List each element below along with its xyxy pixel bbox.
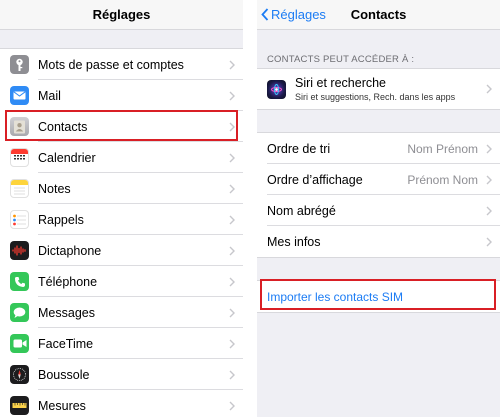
settings-item-label: Mesures	[38, 398, 86, 413]
settings-list: Mots de passe et comptes Mail Contacts C…	[0, 48, 243, 417]
chevron-right-icon	[225, 184, 239, 194]
mail-icon	[10, 86, 29, 105]
contacts-navbar: Réglages Contacts	[257, 0, 500, 30]
sort-order-item[interactable]: Ordre de tri Nom Prénom	[257, 133, 500, 164]
chevron-right-icon	[225, 339, 239, 349]
display-order-value: Prénom Nom	[407, 172, 478, 187]
settings-item-label: Boussole	[38, 367, 90, 382]
chevron-right-icon	[482, 175, 496, 185]
access-list: Siri et recherche Siri et suggestions, R…	[257, 68, 500, 110]
sort-order-label: Ordre de tri	[267, 141, 331, 156]
settings-item-label: Calendrier	[38, 150, 96, 165]
settings-panel: Réglages Mots de passe et comptes Mail C…	[0, 0, 243, 417]
chevron-right-icon	[225, 246, 239, 256]
compass-icon	[10, 365, 29, 384]
short-name-item[interactable]: Nom abrégé	[257, 195, 500, 226]
settings-item-compass[interactable]: Boussole	[0, 359, 243, 390]
chevron-right-icon	[225, 401, 239, 411]
messages-icon	[10, 303, 29, 322]
settings-item-label: Messages	[38, 305, 95, 320]
calendar-icon	[10, 148, 29, 167]
siri-subtitle: Siri et suggestions, Rech. dans les apps	[295, 92, 456, 102]
settings-item-label: Mail	[38, 88, 61, 103]
chevron-right-icon	[225, 370, 239, 380]
facetime-icon	[10, 334, 29, 353]
chevron-right-icon	[482, 84, 496, 94]
settings-item-label: Notes	[38, 181, 71, 196]
my-info-label: Mes infos	[267, 234, 321, 249]
sort-order-value: Nom Prénom	[407, 141, 478, 156]
display-order-item[interactable]: Ordre d’affichage Prénom Nom	[257, 164, 500, 195]
phone-icon	[10, 272, 29, 291]
chevron-right-icon	[225, 308, 239, 318]
settings-item-reminders[interactable]: Rappels	[0, 204, 243, 235]
reminders-icon	[10, 210, 29, 229]
page-title: Contacts	[350, 7, 407, 22]
chevron-right-icon	[225, 153, 239, 163]
chevron-right-icon	[225, 60, 239, 70]
notes-icon	[10, 179, 29, 198]
settings-item-measure[interactable]: Mesures	[0, 390, 243, 417]
settings-item-label: Mots de passe et comptes	[38, 57, 184, 72]
settings-item-calendar[interactable]: Calendrier	[0, 142, 243, 173]
display-order-label: Ordre d’affichage	[267, 172, 363, 187]
chevron-right-icon	[482, 237, 496, 247]
settings-item-passwords[interactable]: Mots de passe et comptes	[0, 49, 243, 80]
settings-item-phone[interactable]: Téléphone	[0, 266, 243, 297]
siri-search-item[interactable]: Siri et recherche Siri et suggestions, R…	[257, 69, 500, 109]
contacts-highlight-box	[5, 110, 238, 141]
chevron-right-icon	[482, 144, 496, 154]
short-name-label: Nom abrégé	[267, 203, 336, 218]
chevron-right-icon	[225, 215, 239, 225]
settings-item-messages[interactable]: Messages	[0, 297, 243, 328]
settings-item-voice-memos[interactable]: Dictaphone	[0, 235, 243, 266]
contacts-options-list: Ordre de tri Nom Prénom Ordre d’affichag…	[257, 132, 500, 258]
settings-item-notes[interactable]: Notes	[0, 173, 243, 204]
measure-icon	[10, 396, 29, 415]
settings-item-facetime[interactable]: FaceTime	[0, 328, 243, 359]
my-info-item[interactable]: Mes infos	[257, 226, 500, 257]
settings-navbar: Réglages	[0, 0, 243, 30]
chevron-right-icon	[225, 277, 239, 287]
siri-title: Siri et recherche	[295, 76, 387, 90]
chevron-right-icon	[482, 206, 496, 216]
settings-item-label: Téléphone	[38, 274, 98, 289]
contacts-settings-panel: Réglages Contacts CONTACTS PEUT ACCÉDER …	[257, 0, 500, 417]
settings-item-label: Dictaphone	[38, 243, 102, 258]
page-title: Réglages	[92, 7, 151, 22]
import-highlight-box	[260, 279, 496, 310]
key-icon	[10, 55, 29, 74]
settings-item-label: Rappels	[38, 212, 84, 227]
settings-item-mail[interactable]: Mail	[0, 80, 243, 111]
siri-icon	[267, 79, 286, 99]
settings-item-label: FaceTime	[38, 336, 94, 351]
chevron-right-icon	[225, 91, 239, 101]
section-header: CONTACTS PEUT ACCÉDER À :	[267, 54, 415, 65]
voice-memos-icon	[10, 241, 29, 260]
